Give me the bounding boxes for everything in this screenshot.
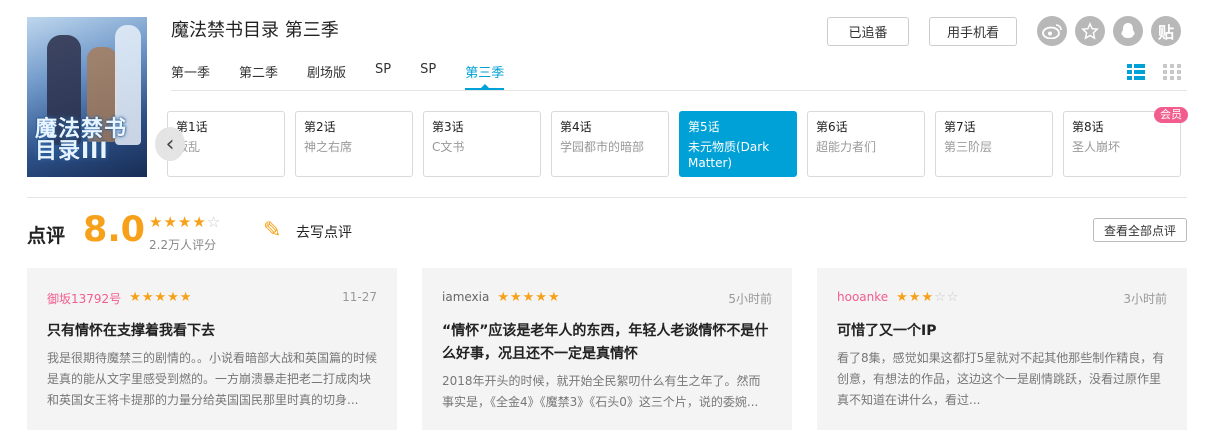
episode-title: C文书 xyxy=(432,140,465,154)
tieba-label: 贴 xyxy=(1157,23,1174,42)
watch-on-phone-button[interactable]: 用手机看 xyxy=(929,17,1017,46)
tieba-icon[interactable]: 贴 xyxy=(1151,16,1181,46)
episode-card[interactable]: 第2话 神之右席 xyxy=(295,111,413,177)
pencil-icon[interactable]: ✎ xyxy=(263,218,281,243)
episode-number: 第1话 xyxy=(176,120,208,134)
episode-title: 叛乱 xyxy=(176,140,201,154)
review-title[interactable]: “情怀”应该是老年人的东西，年轻人老谈情怀不是什么好事，况且还不一定是真情怀 xyxy=(442,320,772,366)
rating-count: 2.2万人评分 xyxy=(149,238,217,252)
episode-number: 第7话 xyxy=(944,120,976,134)
rating-label: 点评 xyxy=(27,225,66,247)
review-card[interactable]: 御坂13792号 ★★★★★ 11-27 只有情怀在支撑着我看下去 我是很期待魔… xyxy=(27,268,397,430)
star-icon: ★ xyxy=(163,213,178,231)
qzone-icon[interactable] xyxy=(1075,16,1105,46)
prev-arrow-icon[interactable]: ‹ xyxy=(155,127,185,161)
star-icon: ★ xyxy=(149,213,164,231)
season-tabs: 第一季 第二季 剧场版 SP SP 第三季 xyxy=(171,62,505,90)
write-review-link[interactable]: 去写点评 xyxy=(296,222,352,242)
review-body: 看了8集，感觉如果这都打5星就对不起其他那些制作精良，有创意，有想法的作品，这边… xyxy=(837,351,1165,407)
weibo-icon[interactable] xyxy=(1037,16,1067,46)
rating-score: 8.0 xyxy=(83,210,146,250)
review-title[interactable]: 只有情怀在支撑着我看下去 xyxy=(47,320,377,343)
review-card[interactable]: hooanke ★★★☆☆ 3小时前 可惜了又一个IP 看了8集，感觉如果这都打… xyxy=(817,268,1187,430)
review-stars: ★★★★★ xyxy=(497,290,561,305)
review-user[interactable]: iamexia xyxy=(442,290,489,304)
episode-number: 第6话 xyxy=(816,120,848,134)
tab-season-2[interactable]: 第二季 xyxy=(239,62,278,90)
review-title[interactable]: 可惜了又一个IP xyxy=(837,320,1167,343)
episode-number: 第5话 xyxy=(688,120,720,134)
episode-title: 超能力者们 xyxy=(816,140,877,154)
star-icon: ★ xyxy=(192,213,207,231)
review-stars: ★★★★★ xyxy=(129,290,193,305)
episode-card-active[interactable]: 第5话 未元物质(Dark Matter) xyxy=(679,111,797,177)
episode-number: 第3话 xyxy=(432,120,464,134)
episode-title: 神之右席 xyxy=(304,140,353,154)
tab-movie[interactable]: 剧场版 xyxy=(307,62,346,90)
episode-card[interactable]: 第4话 学园都市的暗部 xyxy=(551,111,669,177)
review-user[interactable]: 御坂13792号 xyxy=(47,290,121,307)
tab-season-3[interactable]: 第三季 xyxy=(465,62,505,90)
rating-stars: ★★★★☆ xyxy=(149,213,221,231)
divider xyxy=(27,197,1187,198)
page-title: 魔法禁书目录 第三季 xyxy=(171,20,339,41)
review-user[interactable]: hooanke xyxy=(837,290,888,304)
review-card[interactable]: iamexia ★★★★★ 5小时前 “情怀”应该是老年人的东西，年轻人老谈情怀… xyxy=(422,268,792,430)
review-time: 11-27 xyxy=(342,290,377,304)
star-empty-icon: ☆ xyxy=(206,213,222,231)
divider xyxy=(171,90,1187,91)
episode-card[interactable]: 第6话 超能力者们 xyxy=(807,111,925,177)
review-body: 我是很期待魔禁三的剧情的。。小说看暗部大战和英国篇的时候是真的能从文字里感受到燃… xyxy=(47,351,378,407)
episode-card[interactable]: 第7话 第三阶层 xyxy=(935,111,1053,177)
anime-poster[interactable]: 魔法禁书目录III xyxy=(27,17,147,177)
vip-badge: 会员 xyxy=(1154,107,1188,123)
tab-sp-1[interactable]: SP xyxy=(375,62,391,90)
qq-icon[interactable] xyxy=(1113,16,1143,46)
episode-number: 第4话 xyxy=(560,120,592,134)
follow-button[interactable]: 已追番 xyxy=(827,17,909,46)
episode-title: 圣人崩坏 xyxy=(1072,140,1121,154)
tab-sp-2[interactable]: SP xyxy=(420,62,436,90)
episode-number: 第2话 xyxy=(304,120,336,134)
list-view-icon[interactable] xyxy=(1127,64,1145,80)
review-time: 5小时前 xyxy=(728,292,772,306)
episode-title: 学园都市的暗部 xyxy=(560,140,645,154)
grid-view-icon[interactable] xyxy=(1163,64,1181,80)
review-time: 3小时前 xyxy=(1123,292,1167,306)
tab-season-1[interactable]: 第一季 xyxy=(171,62,210,90)
view-all-reviews-button[interactable]: 查看全部点评 xyxy=(1093,218,1187,242)
episode-card[interactable]: 第3话 C文书 xyxy=(423,111,541,177)
star-icon: ★ xyxy=(177,213,193,231)
review-body: 2018年开头的时候，就开始全民絮叨什么有生之年了。然而事实是，《全金4》《魔禁… xyxy=(442,374,761,409)
episode-title: 第三阶层 xyxy=(944,140,993,154)
poster-title-art: 魔法禁书目录III xyxy=(35,117,128,164)
episode-title: 未元物质(Dark Matter) xyxy=(688,140,770,170)
review-stars: ★★★☆☆ xyxy=(896,290,960,305)
